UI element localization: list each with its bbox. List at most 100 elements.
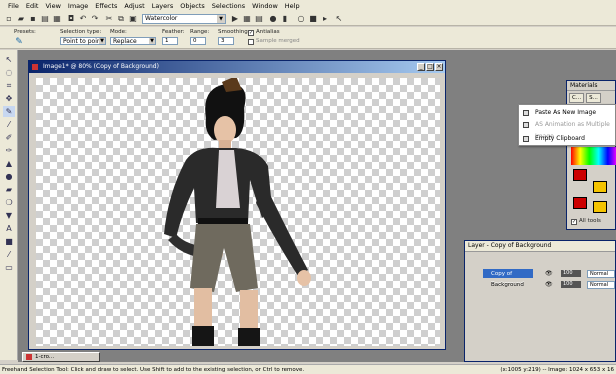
- menu-view[interactable]: View: [45, 2, 60, 10]
- pause-icon[interactable]: ▮: [280, 14, 290, 24]
- blend-mode-dropdown[interactable]: Normal: [587, 281, 615, 289]
- save-icon[interactable]: ▪: [28, 14, 38, 24]
- paste-icon[interactable]: ▣: [128, 14, 138, 24]
- menu-image[interactable]: Image: [68, 2, 88, 10]
- figure-image: [164, 78, 311, 346]
- dodge-tool-icon[interactable]: ●: [3, 171, 15, 182]
- eye-icon[interactable]: 👁: [545, 270, 557, 278]
- menu-file[interactable]: File: [8, 2, 19, 10]
- crop-tool-icon[interactable]: ⌗: [3, 80, 15, 91]
- grid-icon[interactable]: ▦: [242, 14, 252, 24]
- move-tool-icon[interactable]: ✥: [3, 93, 15, 104]
- style-dropdown-value: Watercolor: [145, 15, 178, 22]
- animation-icon: [523, 122, 529, 128]
- menu-adjust[interactable]: Adjust: [124, 2, 144, 10]
- camera-icon[interactable]: ◘: [66, 14, 76, 24]
- tool-options-bar: Presets: ✎ Selection type: Point to poin…: [0, 27, 616, 49]
- all-tools-label: All tools: [579, 218, 601, 224]
- pointer-icon[interactable]: ↖: [334, 14, 344, 24]
- undo-icon[interactable]: ↶: [78, 14, 88, 24]
- redo-icon[interactable]: ↷: [90, 14, 100, 24]
- antialias-checkbox[interactable]: ✓: [248, 30, 254, 36]
- layout-icon[interactable]: ▤: [254, 14, 264, 24]
- color-spectrum[interactable]: [571, 147, 616, 165]
- foreground-swatch[interactable]: [573, 169, 587, 181]
- tab-swatches[interactable]: S...: [586, 93, 601, 103]
- zoom-tool-icon[interactable]: ◌: [3, 67, 15, 78]
- dropper-tool-icon[interactable]: ⁄: [3, 119, 15, 130]
- copy-icon[interactable]: ⧉: [116, 14, 126, 24]
- minimize-button[interactable]: _: [417, 63, 425, 71]
- minimized-image-window[interactable]: 1-cro...: [22, 352, 100, 362]
- cut-icon[interactable]: ✂: [104, 14, 114, 24]
- feather-input[interactable]: 1: [162, 37, 178, 45]
- menu-selections[interactable]: Selections: [212, 2, 245, 10]
- status-bar: Freehand Selection Tool: Click and draw …: [0, 364, 616, 374]
- eraser-tool-icon[interactable]: ▰: [3, 184, 15, 195]
- layer-row[interactable]: Background 👁 100 Normal: [483, 280, 616, 290]
- scratch-remover-icon[interactable]: ▲: [3, 158, 15, 169]
- record-icon[interactable]: ○: [296, 14, 306, 24]
- sample-merged-checkbox[interactable]: [248, 39, 254, 45]
- freehand-selection-tool-icon[interactable]: ✎: [3, 106, 15, 117]
- background-material[interactable]: [593, 201, 607, 213]
- image-canvas[interactable]: [36, 78, 440, 346]
- selection-type-dropdown[interactable]: Point to point ▼: [60, 37, 106, 45]
- circle-icon[interactable]: ●: [268, 14, 278, 24]
- materials-palette: Materials C... S... ✓ All tools: [566, 80, 616, 230]
- menu-objects[interactable]: Objects: [180, 2, 205, 10]
- menu-help[interactable]: Help: [285, 2, 300, 10]
- range-input[interactable]: 0: [190, 37, 206, 45]
- materials-title[interactable]: Materials: [567, 81, 615, 91]
- smudge-tool-icon[interactable]: ❍: [3, 197, 15, 208]
- text-tool-icon[interactable]: A: [3, 223, 15, 234]
- mode-dropdown[interactable]: Replace ▼: [110, 37, 156, 45]
- layer-name[interactable]: Copy of Background: [483, 269, 533, 287]
- layers-title[interactable]: Layer - Copy of Background: [465, 241, 615, 252]
- print-icon[interactable]: ▦: [52, 14, 62, 24]
- menu-edit[interactable]: Edit: [26, 2, 39, 10]
- arrow-tool-icon[interactable]: ↖: [3, 54, 15, 65]
- image-window-titlebar[interactable]: Image1* @ 80% (Copy of Background) _ □ ×: [29, 61, 445, 73]
- menu-item-empty-clipboard[interactable]: Empty Clipboard: [519, 133, 616, 145]
- foreground-material[interactable]: [573, 197, 587, 209]
- layer-name[interactable]: Background: [483, 280, 533, 289]
- object-selector-icon[interactable]: ▭: [3, 262, 15, 273]
- menubar: File Edit View Image Effects Adjust Laye…: [0, 0, 616, 12]
- style-dropdown[interactable]: Watercolor ▼: [142, 14, 226, 24]
- mode-value: Replace: [113, 38, 137, 45]
- close-button[interactable]: ×: [435, 63, 443, 71]
- pen-tool-icon[interactable]: ⁄: [3, 249, 15, 260]
- paint-brush-tool-icon[interactable]: ✐: [3, 132, 15, 143]
- menu-window[interactable]: Window: [252, 2, 278, 10]
- tab-colors[interactable]: C...: [569, 93, 585, 103]
- freehand-selection-icon[interactable]: ✎: [14, 37, 24, 47]
- eye-icon[interactable]: 👁: [545, 281, 557, 289]
- shape-tool-icon[interactable]: ■: [3, 236, 15, 247]
- maximize-button[interactable]: □: [426, 63, 434, 71]
- opacity-slider[interactable]: 100: [561, 270, 581, 277]
- background-swatch[interactable]: [593, 181, 607, 193]
- open-folder-icon[interactable]: ▰: [16, 14, 26, 24]
- menu-layers[interactable]: Layers: [152, 2, 174, 10]
- smoothing-input[interactable]: 3: [218, 37, 234, 45]
- step-icon[interactable]: ▸: [320, 14, 330, 24]
- menu-effects[interactable]: Effects: [95, 2, 117, 10]
- all-tools-checkbox[interactable]: ✓: [571, 219, 577, 225]
- stop-icon[interactable]: ■: [308, 14, 318, 24]
- status-message: Freehand Selection Tool: Click and draw …: [2, 367, 305, 373]
- layers-palette: Layer - Copy of Background Copy of Backg…: [464, 240, 616, 362]
- layer-row[interactable]: Copy of Background 👁 100 Normal: [483, 269, 616, 287]
- smoothing-label: Smoothing:: [218, 29, 250, 35]
- clone-brush-tool-icon[interactable]: ✑: [3, 145, 15, 156]
- opacity-slider[interactable]: 100: [561, 281, 581, 288]
- menu-item-paste-as-new-image[interactable]: Paste As New Image: [519, 107, 616, 119]
- browse-icon[interactable]: ▤: [40, 14, 50, 24]
- status-image-info: (x:1005 y:219) -- Image: 1024 x 653 x 16: [500, 367, 614, 373]
- play-icon[interactable]: ▶: [230, 14, 240, 24]
- chevron-down-icon: ▼: [99, 38, 105, 44]
- image-icon: [32, 64, 38, 70]
- blend-mode-dropdown[interactable]: Normal: [587, 270, 615, 278]
- new-file-icon[interactable]: ▫: [4, 14, 14, 24]
- fill-tool-icon[interactable]: ▼: [3, 210, 15, 221]
